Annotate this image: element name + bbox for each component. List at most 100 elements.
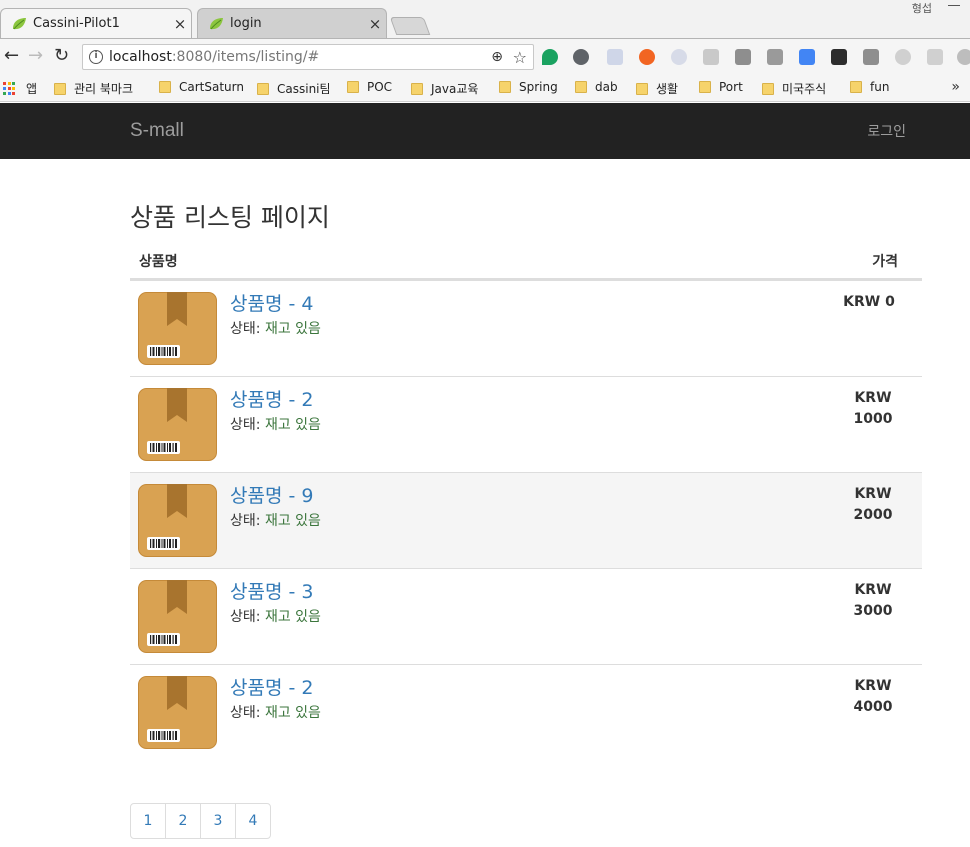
bookmark-label: POC bbox=[367, 80, 393, 94]
product-name-link[interactable]: 상품명 - 2 bbox=[230, 385, 313, 412]
product-status: 상태: 재고 있음 bbox=[230, 414, 321, 434]
table-row: 상품명 - 4 상태: 재고 있음 KRW 0 bbox=[130, 280, 922, 376]
extension-dark-icon[interactable] bbox=[831, 49, 847, 65]
apps-grid-icon bbox=[3, 82, 16, 95]
bookmark-folder[interactable]: dab bbox=[575, 80, 618, 94]
extension-recycle-icon[interactable] bbox=[573, 49, 589, 65]
extension-translate-icon[interactable] bbox=[799, 49, 815, 65]
folder-icon bbox=[347, 81, 359, 93]
page-link-1[interactable]: 1 bbox=[130, 803, 166, 839]
extension-i2-icon[interactable] bbox=[863, 49, 879, 65]
bookmark-folder[interactable]: Cassini팀 bbox=[257, 80, 331, 97]
stock-status: 재고 있음 bbox=[264, 513, 321, 529]
price-line: KRW bbox=[854, 486, 892, 502]
folder-icon bbox=[636, 82, 648, 95]
status-label: 상태: bbox=[230, 321, 261, 337]
price-line: KRW bbox=[854, 678, 892, 694]
bookmark-label: dab bbox=[595, 80, 618, 94]
price-line: KRW bbox=[854, 582, 892, 598]
product-price: KRW 0 bbox=[830, 292, 908, 313]
bookmark-label: Spring bbox=[519, 80, 558, 94]
bookmark-manager-icon bbox=[54, 82, 66, 95]
bookmark-star-icon[interactable]: ☆ bbox=[513, 48, 527, 67]
product-name-link[interactable]: 상품명 - 4 bbox=[230, 289, 313, 316]
extension-s-icon[interactable] bbox=[767, 49, 783, 65]
bookmarks-overflow-button[interactable]: » bbox=[951, 79, 960, 95]
site-info-icon[interactable]: i bbox=[89, 50, 103, 64]
extension-react-icon[interactable] bbox=[671, 49, 687, 65]
price-line: 1000 bbox=[853, 411, 893, 427]
product-status: 상태: 재고 있음 bbox=[230, 702, 321, 722]
extension-json-icon[interactable] bbox=[607, 49, 623, 65]
table-row: 상품명 - 3 상태: 재고 있음 KRW 3000 bbox=[130, 568, 922, 664]
extension-orange-icon[interactable] bbox=[639, 49, 655, 65]
bookmark-folder[interactable]: 생활 bbox=[636, 80, 678, 97]
product-price: KRW 2000 bbox=[838, 484, 908, 526]
product-name-link[interactable]: 상품명 - 2 bbox=[230, 673, 313, 700]
status-label: 상태: bbox=[230, 513, 261, 529]
bookmark-label: 미국주식 bbox=[782, 82, 827, 96]
forward-button[interactable]: → bbox=[28, 45, 43, 66]
site-navbar: S-mall 로그인 bbox=[0, 103, 970, 159]
product-box-icon bbox=[138, 292, 217, 365]
site-brand-link[interactable]: S-mall bbox=[130, 120, 184, 142]
new-tab-button[interactable] bbox=[389, 17, 431, 35]
bookmark-folder[interactable]: Java교육 bbox=[411, 80, 478, 97]
folder-icon bbox=[499, 81, 511, 93]
bookmark-label: 관리 북마크 bbox=[74, 82, 134, 96]
extension-v-icon[interactable] bbox=[957, 49, 970, 65]
product-name-link[interactable]: 상품명 - 9 bbox=[230, 481, 313, 508]
tab-title: login bbox=[230, 16, 262, 31]
bookmark-folder[interactable]: CartSaturn bbox=[159, 80, 244, 94]
extension-gray-icon[interactable] bbox=[703, 49, 719, 65]
pagination: 1 2 3 4 bbox=[130, 803, 271, 839]
tab-close-icon[interactable]: × bbox=[364, 15, 386, 33]
product-status: 상태: 재고 있음 bbox=[230, 318, 321, 338]
folder-icon bbox=[411, 82, 423, 95]
status-label: 상태: bbox=[230, 705, 261, 721]
product-box-icon bbox=[138, 580, 217, 653]
stock-status: 재고 있음 bbox=[264, 609, 321, 625]
bookmark-manage[interactable]: 관리 북마크 bbox=[54, 80, 133, 97]
product-price: KRW 3000 bbox=[838, 580, 908, 622]
page-link-2[interactable]: 2 bbox=[165, 803, 201, 839]
column-header-name: 상품명 bbox=[139, 254, 178, 270]
page-link-3[interactable]: 3 bbox=[200, 803, 236, 839]
table-row: 상품명 - 2 상태: 재고 있음 KRW 1000 bbox=[130, 376, 922, 472]
bookmark-apps[interactable]: 앱 bbox=[3, 80, 37, 97]
bookmark-folder[interactable]: Port bbox=[699, 80, 743, 94]
extension-video-icon[interactable] bbox=[927, 49, 943, 65]
login-link[interactable]: 로그인 bbox=[867, 121, 906, 141]
extension-green-icon[interactable] bbox=[542, 49, 558, 65]
extension-i-icon[interactable] bbox=[735, 49, 751, 65]
product-box-icon bbox=[138, 676, 217, 749]
bookmark-folder[interactable]: Spring bbox=[499, 80, 558, 94]
page-link-4[interactable]: 4 bbox=[235, 803, 271, 839]
minimize-icon[interactable] bbox=[948, 5, 960, 6]
reload-button[interactable]: ↻ bbox=[54, 45, 69, 66]
bookmark-label: fun bbox=[870, 80, 890, 94]
address-bar[interactable]: i localhost:8080/items/listing/# ⊕ ☆ bbox=[82, 44, 534, 70]
price-line: KRW bbox=[854, 390, 892, 406]
folder-icon bbox=[699, 81, 711, 93]
product-table: 상품명 가격 상품명 - 4 상태: 재고 있음 KRW 0 상품명 - 2 상… bbox=[130, 240, 922, 760]
tab-close-icon[interactable]: × bbox=[169, 15, 191, 33]
bookmark-folder[interactable]: fun bbox=[850, 80, 889, 94]
price-line: 4000 bbox=[853, 699, 893, 715]
extension-ghost-icon[interactable] bbox=[895, 49, 911, 65]
folder-icon bbox=[257, 82, 269, 95]
folder-icon bbox=[159, 81, 171, 93]
product-name-link[interactable]: 상품명 - 3 bbox=[230, 577, 313, 604]
bookmark-folder[interactable]: 미국주식 bbox=[762, 80, 826, 97]
product-price: KRW 1000 bbox=[838, 388, 908, 430]
tab-cassini-pilot1[interactable]: Cassini-Pilot1 × bbox=[0, 8, 192, 38]
product-price: KRW 4000 bbox=[838, 676, 908, 718]
window-user-name[interactable]: 형섭 bbox=[912, 0, 932, 16]
table-row: 상품명 - 2 상태: 재고 있음 KRW 4000 bbox=[130, 664, 922, 760]
bookmarks-bar: 앱 관리 북마크 CartSaturn Cassini팀 POC Java교육 … bbox=[0, 74, 970, 102]
back-button[interactable]: ← bbox=[4, 45, 19, 66]
zoom-icon[interactable]: ⊕ bbox=[491, 49, 503, 65]
tab-login[interactable]: login × bbox=[197, 8, 387, 38]
bookmark-folder[interactable]: POC bbox=[347, 80, 392, 94]
bookmark-label: Cassini팀 bbox=[277, 82, 331, 96]
